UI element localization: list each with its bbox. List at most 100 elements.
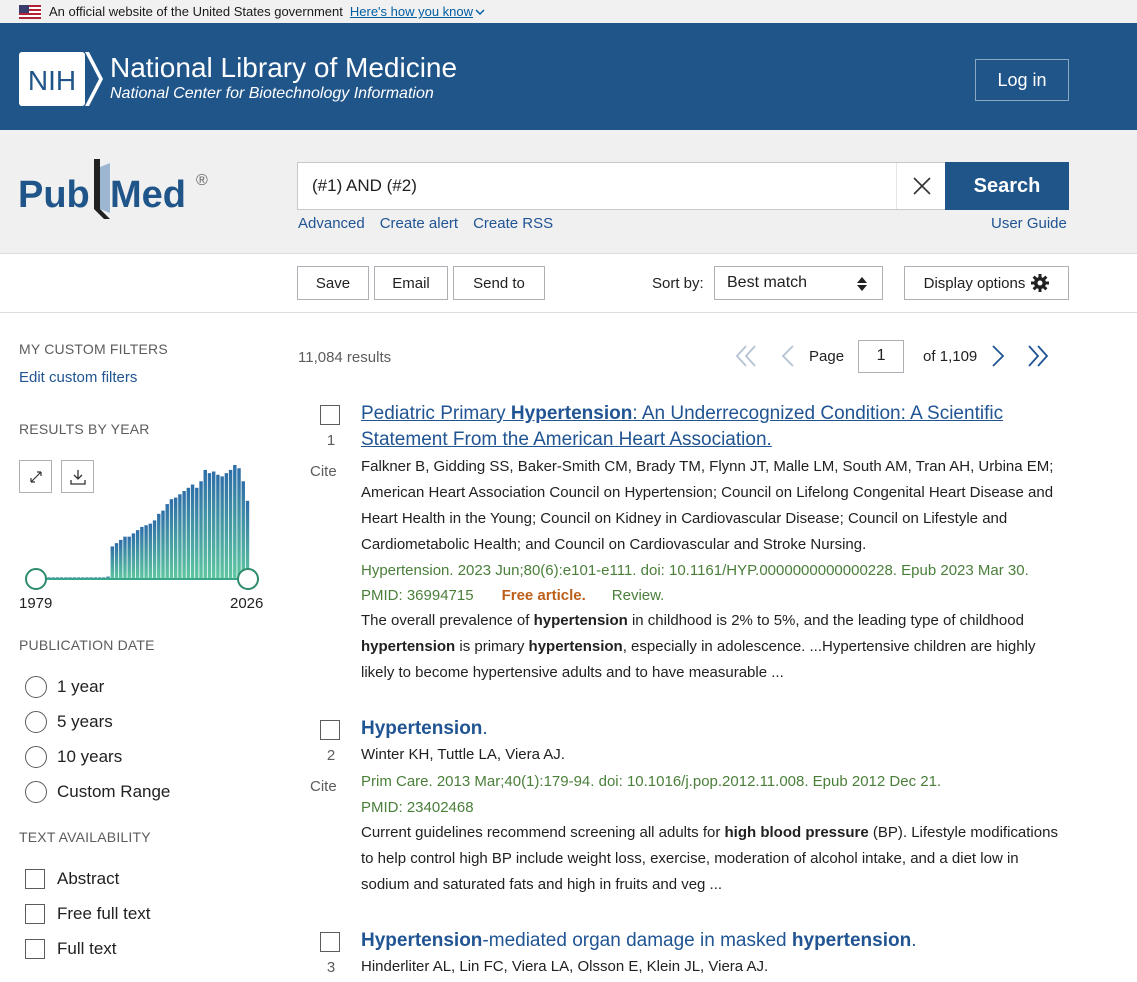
nih-logo[interactable]: NIH [19, 52, 103, 106]
heres-how-you-know-link[interactable]: Here's how you know [350, 4, 485, 19]
create-alert-link[interactable]: Create alert [380, 215, 458, 232]
result-number: 3 [326, 959, 336, 976]
previous-page-icon[interactable] [781, 344, 795, 368]
result-number: 2 [326, 747, 336, 764]
checkbox[interactable] [25, 904, 45, 924]
year-bar[interactable] [148, 523, 153, 579]
year-bar[interactable] [199, 481, 203, 579]
year-bar[interactable] [144, 525, 148, 579]
result-checkbox[interactable] [320, 932, 340, 952]
year-bar[interactable] [131, 533, 136, 579]
email-button[interactable]: Email [374, 266, 448, 300]
user-guide-link[interactable]: User Guide [991, 215, 1067, 232]
year-bar[interactable] [127, 536, 131, 579]
cite-link[interactable]: Cite [310, 778, 337, 795]
result-title-link[interactable]: Hypertension. [361, 716, 488, 742]
year-start-label: 1979 [19, 595, 53, 612]
year-bar[interactable] [207, 473, 212, 579]
year-bar[interactable] [241, 481, 245, 579]
snippet-text: is primary [455, 638, 529, 655]
year-bar[interactable] [237, 468, 241, 579]
search-input[interactable] [298, 164, 888, 208]
next-page-icon[interactable] [991, 344, 1005, 368]
checkbox[interactable] [25, 939, 45, 959]
review-badge: Review. [611, 587, 665, 604]
result-title-link[interactable]: Hypertension-mediated organ damage in ma… [361, 928, 916, 954]
sort-select[interactable]: Best match [714, 266, 883, 300]
year-bar[interactable] [182, 491, 186, 579]
checkbox[interactable] [25, 869, 45, 889]
radio-button[interactable] [25, 746, 47, 768]
send-to-button[interactable]: Send to [453, 266, 545, 300]
sort-label: Sort by: [652, 275, 704, 292]
year-bar[interactable] [173, 497, 178, 579]
create-rss-link[interactable]: Create RSS [473, 215, 553, 232]
result-pmid-row: PMID: 36994715 Free article. Review. [361, 587, 664, 604]
date-option-1-year[interactable]: 1 year [25, 676, 104, 698]
year-bar[interactable] [178, 494, 182, 579]
year-bar[interactable] [195, 487, 199, 579]
year-bar[interactable] [245, 500, 250, 579]
year-bar[interactable] [161, 510, 165, 579]
date-option-5-years[interactable]: 5 years [25, 711, 113, 733]
radio-button[interactable] [25, 781, 47, 803]
result-title-link[interactable]: Pediatric Primary Hypertension: An Under… [361, 401, 1003, 453]
year-bar[interactable] [110, 546, 115, 579]
first-page-icon[interactable] [735, 344, 757, 368]
text-option-abstract[interactable]: Abstract [25, 869, 119, 889]
year-bar[interactable] [123, 536, 127, 579]
result-checkbox[interactable] [320, 720, 340, 740]
us-flag-icon [19, 4, 41, 19]
year-bar[interactable] [114, 543, 119, 579]
text-option-free-full-text[interactable]: Free full text [25, 904, 151, 924]
title-text: -mediated organ damage in masked [482, 930, 792, 951]
snippet-text: in childhood is 2% to 5%, and the leadin… [627, 612, 1024, 629]
year-bar[interactable] [157, 513, 161, 579]
save-button[interactable]: Save [297, 266, 369, 300]
action-bar: Save Email Send to Sort by: Best match D… [0, 254, 1137, 313]
date-option-10-years[interactable]: 10 years [25, 746, 122, 768]
year-bar[interactable] [203, 469, 207, 579]
year-bar[interactable] [190, 484, 195, 579]
result-citation: Prim Care. 2013 Mar;40(1):179-94. doi: 1… [361, 773, 942, 790]
title-text: : An Underrecognized Condition: A Scient… [632, 403, 1004, 424]
radio-button[interactable] [25, 711, 47, 733]
heres-how-you-know-label: Here's how you know [349, 4, 474, 19]
page-number-input[interactable]: 1 [858, 339, 905, 373]
text-option-full-text[interactable]: Full text [25, 939, 117, 959]
year-bar[interactable] [119, 539, 123, 579]
year-bar[interactable] [135, 530, 140, 579]
radio-button[interactable] [25, 676, 47, 698]
year-bar[interactable] [152, 520, 157, 579]
results-by-year-chart[interactable] [19, 455, 267, 595]
gear-icon [1031, 274, 1050, 292]
clear-search-button[interactable] [896, 163, 946, 209]
year-end-label: 2026 [230, 595, 264, 612]
year-bar[interactable] [233, 465, 237, 579]
year-bar[interactable] [169, 499, 174, 579]
year-bar[interactable] [224, 473, 229, 579]
nlm-title: National Library of Medicine [110, 52, 458, 83]
date-option-custom-range[interactable]: Custom Range [25, 781, 170, 803]
display-options-button[interactable]: Display options [904, 266, 1069, 300]
year-bar[interactable] [216, 474, 220, 579]
snippet-highlight: hypertension [528, 638, 623, 655]
snippet-highlight: hypertension [533, 612, 628, 629]
year-bar[interactable] [186, 487, 191, 579]
year-bar[interactable] [211, 471, 216, 579]
year-bar[interactable] [228, 469, 233, 579]
snippet-highlight: high blood pressure [724, 824, 869, 841]
pubmed-logo[interactable]: Pub Med ® [18, 157, 218, 232]
year-bar[interactable] [220, 476, 224, 579]
title-text: Pediatric Primary [361, 403, 511, 424]
year-bar[interactable] [140, 526, 144, 579]
advanced-link[interactable]: Advanced [298, 215, 365, 232]
edit-custom-filters-link[interactable]: Edit custom filters [19, 369, 137, 386]
result-checkbox[interactable] [320, 405, 340, 425]
last-page-icon[interactable] [1027, 344, 1049, 368]
free-article-badge: Free article. [501, 587, 586, 604]
login-button[interactable]: Log in [975, 59, 1069, 101]
search-button[interactable]: Search [945, 162, 1069, 210]
cite-link[interactable]: Cite [310, 463, 337, 480]
year-bar[interactable] [165, 504, 169, 579]
